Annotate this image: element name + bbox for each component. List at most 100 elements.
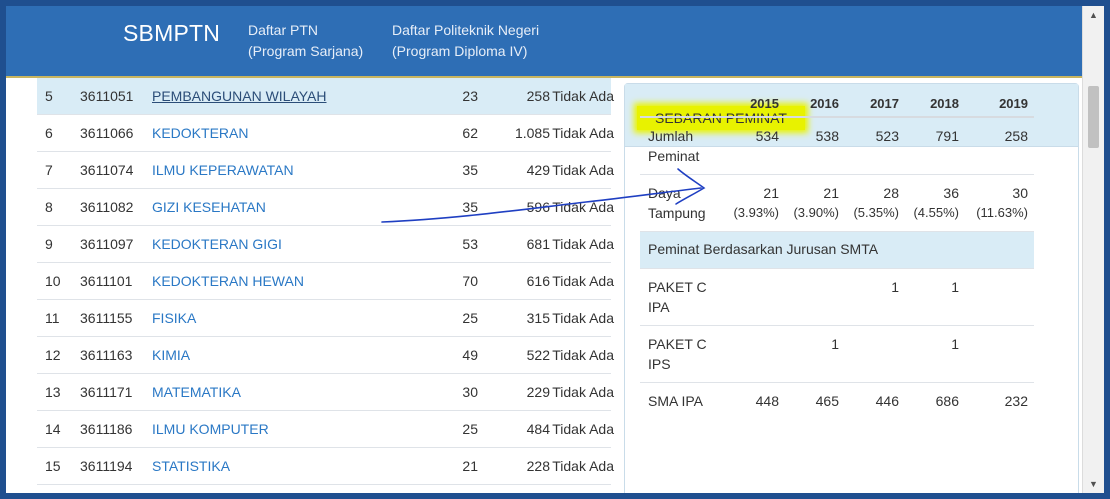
table-row[interactable]: 7 3611074 ILMU KEPERAWATAN 35 429 Tidak Ada bbox=[37, 152, 614, 189]
daya-tampung-row: Daya Tampung 21 21 28 36 30 (3.93%) (3.9… bbox=[640, 175, 1034, 232]
row-number: 9 bbox=[45, 236, 53, 252]
capacity-value: 30 bbox=[462, 384, 478, 400]
daya-2019: 30 bbox=[1012, 185, 1028, 201]
row-number: 7 bbox=[45, 162, 53, 178]
program-code: 3611051 bbox=[80, 88, 134, 104]
status-value: Tidak Ada bbox=[552, 162, 614, 178]
table-row[interactable]: 14 3611186 ILMU KOMPUTER 25 484 Tidak Ada bbox=[37, 411, 614, 448]
paket-c-ips-line2: IPS bbox=[648, 356, 671, 372]
program-name-link[interactable]: MATEMATIKA bbox=[152, 374, 241, 411]
jumlah-label-line1: Jumlah bbox=[648, 128, 694, 144]
program-table: 5 3611051 PEMBANGUNAN WILAYAH 23 25 8 Tidak Ad… bbox=[37, 78, 614, 485]
sma-ipa-2019: 232 bbox=[1004, 393, 1028, 409]
program-code: 3611194 bbox=[80, 458, 133, 474]
jumlah-2019: 258 bbox=[1004, 128, 1028, 144]
brand-logo[interactable]: SBMPTN bbox=[123, 20, 220, 47]
sma-ipa-label: SMA IPA bbox=[648, 391, 703, 411]
table-row[interactable]: 15 3611194 STATISTIKA 21 228 Tidak Ada bbox=[37, 448, 614, 485]
nav-daftar-ptn[interactable]: Daftar PTN (Program Sarjana) bbox=[248, 20, 363, 62]
row-number: 15 bbox=[45, 458, 61, 474]
program-name-link[interactable]: KEDOKTERAN GIGI bbox=[152, 226, 282, 263]
row-number: 13 bbox=[45, 384, 61, 400]
status-value: Tidak Ada bbox=[552, 236, 614, 252]
paket-c-ips-line1: PAKET C bbox=[648, 336, 707, 352]
daya-2017: 28 bbox=[883, 185, 899, 201]
nav-daftar-politeknik[interactable]: Daftar Politeknik Negeri (Program Diplom… bbox=[392, 20, 539, 62]
row-number: 8 bbox=[45, 199, 53, 215]
capacity-value: 62 bbox=[462, 125, 478, 141]
program-code: 3611186 bbox=[80, 421, 133, 437]
capacity-value: 35 bbox=[462, 162, 478, 178]
daya-2016: 21 bbox=[823, 185, 839, 201]
paket-c-ips-label: PAKET C IPS bbox=[648, 334, 707, 374]
table-row[interactable]: 13 3611171 MATEMATIKA 30 229 Tidak Ada bbox=[37, 374, 614, 411]
nav-daftar-ptn-line2: (Program Sarjana) bbox=[248, 43, 364, 59]
paket-c-ipa-line2: IPA bbox=[648, 299, 670, 315]
capacity-value: 49 bbox=[462, 347, 478, 363]
table-row[interactable]: 9 3611097 KEDOKTERAN GIGI 53 681 Tidak Ada bbox=[37, 226, 614, 263]
program-name-link[interactable]: KEDOKTERAN bbox=[152, 115, 248, 152]
daya-pct-2017: (5.35%) bbox=[853, 205, 899, 220]
table-row[interactable]: 5 3611051 PEMBANGUNAN WILAYAH 23 258 Tidak Ad… bbox=[37, 78, 614, 115]
program-name-link[interactable]: ILMU KOMPUTER bbox=[152, 411, 269, 448]
status-value: Tidak Ada bbox=[552, 125, 614, 141]
daya-pct-2015: (3.93%) bbox=[733, 205, 779, 220]
table-row[interactable]: 11 3611155 FISIKA 25 315 Tidak Ada bbox=[37, 300, 614, 337]
table-row[interactable]: 10 3611101 KEDOKTERAN HEWAN 70 616 Tidak Ada bbox=[37, 263, 614, 300]
program-code: 3611101 bbox=[80, 273, 133, 289]
jumlah-label-line2: Peminat bbox=[648, 148, 700, 164]
applicants-value: 484 bbox=[526, 421, 550, 437]
sma-ipa-2018: 686 bbox=[935, 393, 959, 409]
capacity-value: 25 bbox=[462, 421, 478, 437]
vertical-scrollbar[interactable]: ▲ ▼ bbox=[1082, 6, 1104, 493]
program-name-link[interactable]: GIZI KESEHATAN bbox=[152, 189, 266, 226]
jumlah-peminat-label: Jumlah Peminat bbox=[648, 126, 699, 166]
capacity-value: 21 bbox=[462, 458, 478, 474]
daya-pct-2018: (4.55%) bbox=[913, 205, 959, 220]
paket-c-ips-2016: 1 bbox=[831, 336, 839, 352]
paket-c-ips-2018: 1 bbox=[951, 336, 959, 352]
program-code: 3611155 bbox=[80, 310, 133, 326]
program-name-link[interactable]: KEDOKTERAN HEWAN bbox=[152, 263, 304, 300]
browser-viewport: SBMPTN Daftar PTN (Program Sarjana) Daft… bbox=[6, 6, 1104, 493]
jumlah-2015: 534 bbox=[755, 128, 779, 144]
row-number: 10 bbox=[45, 273, 61, 289]
row-number: 5 bbox=[45, 88, 53, 104]
status-value: Tidak Ada bbox=[552, 347, 614, 363]
applicants-value: 1.085 bbox=[514, 125, 550, 141]
capacity-value: 25 bbox=[462, 310, 478, 326]
smta-section-header: Peminat Berdasarkan Jurusan SMTA bbox=[640, 232, 1034, 269]
applicants-value: 429 bbox=[526, 162, 550, 178]
table-row[interactable]: 8 3611082 GIZI KESEHATAN 35 596 Tidak Ada bbox=[37, 189, 614, 226]
stats-table: 2015 2016 2017 2018 2019 Jumlah Peminat … bbox=[640, 86, 1034, 423]
capacity-value: 53 bbox=[462, 236, 478, 252]
sma-ipa-line1: SMA IPA bbox=[648, 393, 703, 409]
jumlah-2016: 538 bbox=[815, 128, 839, 144]
applicants-value: 616 bbox=[526, 273, 550, 289]
year-2016: 2016 bbox=[810, 96, 839, 111]
program-name-link[interactable]: KIMIA bbox=[152, 337, 190, 374]
row-number: 6 bbox=[45, 125, 53, 141]
scroll-up-arrow-icon[interactable]: ▲ bbox=[1083, 6, 1104, 24]
daya-2015: 21 bbox=[763, 185, 779, 201]
table-row[interactable]: 6 3611066 KEDOKTERAN 62 1.085 Tidak Ada bbox=[37, 115, 614, 152]
program-name-link[interactable]: PEMBANGUNAN WILAYAH bbox=[152, 78, 327, 115]
jumlah-2018: 791 bbox=[935, 128, 959, 144]
sma-ipa-2015: 448 bbox=[755, 393, 779, 409]
status-value: Tidak Ada bbox=[552, 384, 614, 400]
program-name-link[interactable]: FISIKA bbox=[152, 300, 196, 337]
program-code: 3611074 bbox=[80, 162, 134, 178]
scrollbar-thumb[interactable] bbox=[1088, 86, 1099, 148]
daya-label-line2: Tampung bbox=[648, 205, 706, 221]
table-row[interactable]: 12 3611163 KIMIA 49 522 Tidak Ada bbox=[37, 337, 614, 374]
sma-ipa-row: SMA IPA 448 465 446 686 232 bbox=[640, 383, 1034, 423]
program-name-link[interactable]: STATISTIKA bbox=[152, 448, 230, 485]
year-2015: 2015 bbox=[750, 96, 779, 111]
applicants-value: 229 bbox=[526, 384, 550, 400]
program-name-link[interactable]: ILMU KEPERAWATAN bbox=[152, 152, 294, 189]
nav-daftar-politeknik-line2: (Program Diploma IV) bbox=[392, 43, 528, 59]
scroll-down-arrow-icon[interactable]: ▼ bbox=[1083, 475, 1104, 493]
applicants-value: 228 bbox=[526, 458, 550, 474]
sma-ipa-2017: 446 bbox=[875, 393, 899, 409]
capacity-value: 23 bbox=[462, 88, 478, 104]
